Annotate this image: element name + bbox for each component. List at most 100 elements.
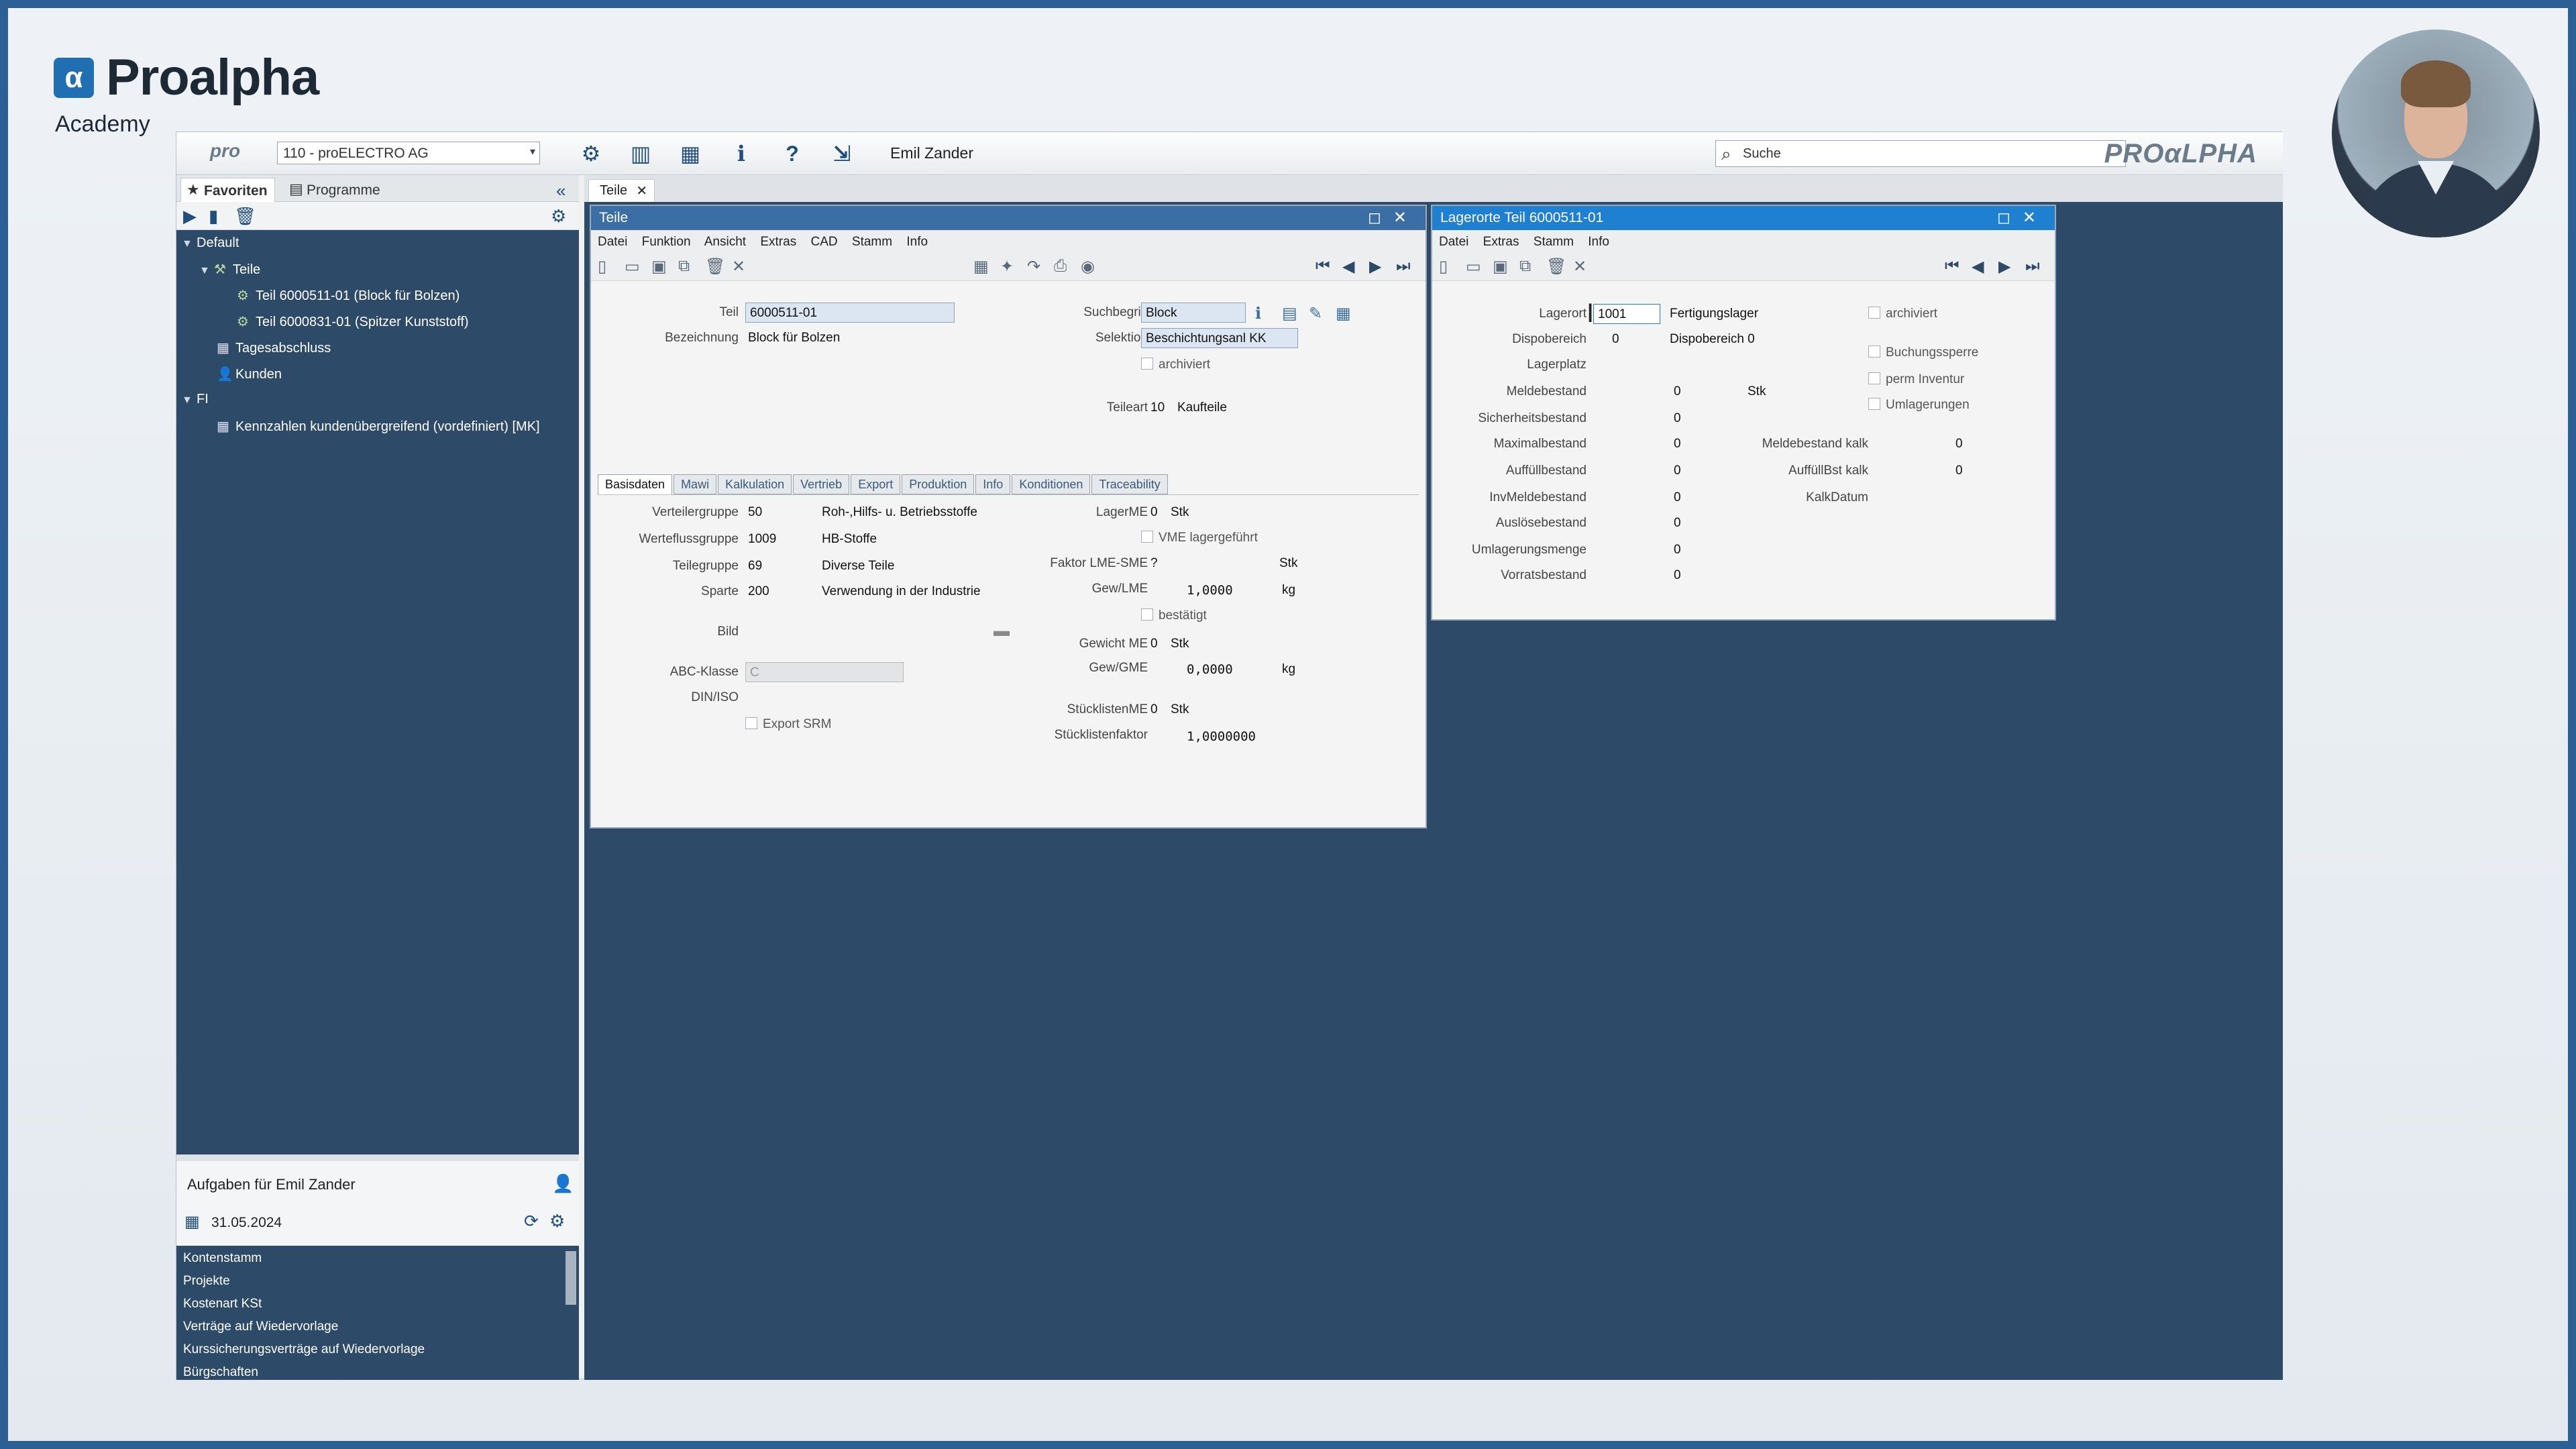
tab-traceability[interactable]: Traceability	[1091, 474, 1168, 494]
gewicht-me-code[interactable]: 0	[1150, 637, 1158, 651]
panel-icon[interactable]: ▥	[627, 140, 654, 167]
tree-item-kennzahlen[interactable]: ▦ Kennzahlen kundenübergreifend (vordefin…	[217, 418, 540, 441]
copy-icon[interactable]: ⧉	[678, 257, 690, 276]
umlagerungsmenge-value[interactable]: 0	[1674, 543, 1681, 557]
info-icon[interactable]: ℹ	[1255, 304, 1261, 323]
calendar-icon[interactable]: ▦	[184, 1212, 200, 1232]
tree-item-teile[interactable]: ▼ ⚒ Teile	[199, 261, 260, 284]
gear-icon[interactable]: ⚙	[578, 140, 604, 167]
refresh-icon[interactable]: ⟳	[524, 1211, 539, 1232]
tasks-scrollbar[interactable]	[566, 1251, 576, 1305]
save-icon[interactable]: ▣	[1493, 257, 1508, 276]
sidebar-gear-icon[interactable]: ⚙	[551, 206, 566, 227]
prev-record-icon[interactable]: ◀	[1972, 257, 1984, 276]
tasks-gear-icon[interactable]: ⚙	[549, 1211, 565, 1232]
teilegruppe-code[interactable]: 69	[748, 559, 762, 574]
action-icon[interactable]: ✦	[1000, 257, 1014, 276]
first-record-icon[interactable]: ⏮	[1945, 257, 1960, 276]
tab-info[interactable]: Info	[975, 474, 1011, 494]
archiviert-checkbox[interactable]: archiviert	[1868, 307, 1937, 321]
layout-icon[interactable]: ▦	[677, 140, 704, 167]
werteflussgruppe-code[interactable]: 1009	[748, 532, 776, 547]
tab-mawi[interactable]: Mawi	[674, 474, 717, 494]
menu-cad[interactable]: CAD	[810, 235, 837, 249]
new-icon[interactable]: ▯	[1439, 257, 1448, 276]
delete-icon[interactable]: 🗑	[1546, 257, 1566, 276]
menu-ansicht[interactable]: Ansicht	[704, 235, 746, 249]
tab-basisdaten[interactable]: Basisdaten	[598, 474, 673, 494]
redo-icon[interactable]: ↷	[1027, 257, 1040, 276]
info-icon[interactable]: ℹ	[728, 140, 755, 167]
cancel-icon[interactable]: ✕	[1573, 257, 1587, 276]
delete-icon[interactable]: 🗑	[705, 257, 725, 276]
dispobereich-code[interactable]: 0	[1612, 332, 1619, 347]
vme-checkbox[interactable]: VME lagergeführt	[1141, 531, 1258, 545]
lagerort-input[interactable]: 1001	[1593, 304, 1660, 324]
sidebar-splitter[interactable]	[176, 1155, 579, 1161]
export-srm-checkbox[interactable]: Export SRM	[745, 717, 831, 732]
faktor-value[interactable]: ?	[1150, 556, 1158, 571]
archiviert-checkbox[interactable]: archiviert	[1141, 358, 1210, 372]
user-icon[interactable]: 👤	[552, 1173, 574, 1194]
teileart-code[interactable]: 10	[1150, 400, 1165, 415]
bezeichnung-value[interactable]: Block für Bolzen	[748, 331, 840, 345]
tree-item-teil-6000511[interactable]: ⚙ Teil 6000511-01 (Block für Bolzen)	[237, 287, 460, 310]
tree-item-fi[interactable]: ▼ FI	[182, 392, 209, 415]
tab-favoriten[interactable]: ★ Favoriten	[180, 178, 275, 202]
teil-input[interactable]: 6000511-01	[745, 303, 955, 323]
maximalbestand-value[interactable]: 0	[1674, 437, 1681, 451]
window-buttons[interactable]: ◻✕	[1368, 208, 1419, 227]
list-item[interactable]: Projekte	[183, 1274, 230, 1289]
last-record-icon[interactable]: ⏭	[2025, 257, 2040, 276]
tab-export[interactable]: Export	[851, 474, 901, 494]
first-record-icon[interactable]: ⏮	[1316, 257, 1330, 276]
tab-konditionen[interactable]: Konditionen	[1012, 474, 1091, 494]
buchungssperre-checkbox[interactable]: Buchungssperre	[1868, 345, 1978, 360]
document-icon[interactable]: ▤	[1282, 304, 1297, 323]
auffuellbst-kalk-value[interactable]: 0	[1955, 464, 1963, 478]
abc-klasse-select[interactable]: C	[745, 662, 904, 682]
list-item[interactable]: Kostenart KSt	[183, 1297, 262, 1311]
menu-extras[interactable]: Extras	[1483, 235, 1519, 249]
tab-produktion[interactable]: Produktion	[902, 474, 975, 494]
window-buttons[interactable]: ◻✕	[1997, 208, 2048, 227]
camera-icon[interactable]: ◉	[1081, 257, 1095, 276]
sicherheitsbestand-value[interactable]: 0	[1674, 411, 1681, 426]
tab-teile[interactable]: Teile ✕	[588, 179, 655, 202]
tree-item-kunden[interactable]: 👤 Kunden	[217, 366, 282, 388]
stuecklistenfaktor-value[interactable]: 1,0000000	[1187, 729, 1256, 744]
cancel-icon[interactable]: ✕	[732, 257, 745, 276]
lagerme-code[interactable]: 0	[1150, 505, 1158, 520]
auffuellbestand-value[interactable]: 0	[1674, 464, 1681, 478]
tab-kalkulation[interactable]: Kalkulation	[718, 474, 792, 494]
gewlme-value[interactable]: 1,0000	[1187, 583, 1233, 598]
folder-icon[interactable]: ▬	[994, 622, 1010, 641]
next-record-icon[interactable]: ▶	[1998, 257, 2010, 276]
play-icon[interactable]: ▶	[183, 206, 197, 227]
list-item[interactable]: Verträge auf Wiedervorlage	[183, 1320, 338, 1334]
menu-extras[interactable]: Extras	[760, 235, 796, 249]
menu-stamm[interactable]: Stamm	[1534, 235, 1574, 249]
gewgme-value[interactable]: 0,0000	[1187, 662, 1233, 677]
tab-programme[interactable]: ▤ Programme	[284, 178, 387, 202]
list-item[interactable]: Bürgschaften	[183, 1365, 258, 1380]
search-input[interactable]: ⌕ Suche	[1715, 140, 2126, 167]
selektion-input[interactable]: Beschichtungsanl KK	[1141, 328, 1298, 348]
company-select[interactable]: 110 - proELECTRO AG ▾	[277, 142, 540, 164]
bestaetigt-checkbox[interactable]: bestätigt	[1141, 608, 1207, 623]
list-icon[interactable]: ▦	[1336, 304, 1351, 323]
list-item[interactable]: Kontenstamm	[183, 1251, 262, 1266]
ausloesebestand-value[interactable]: 0	[1674, 516, 1681, 531]
print-icon[interactable]: ⎙	[1054, 257, 1067, 276]
tree-item-teil-6000831[interactable]: ⚙ Teil 6000831-01 (Spitzer Kunststoff)	[237, 313, 469, 336]
copy-icon[interactable]: ⧉	[1519, 257, 1531, 276]
menu-stamm[interactable]: Stamm	[852, 235, 892, 249]
prev-record-icon[interactable]: ◀	[1342, 257, 1354, 276]
verteilergruppe-code[interactable]: 50	[748, 505, 762, 520]
menu-info[interactable]: Info	[1588, 235, 1609, 249]
next-record-icon[interactable]: ▶	[1369, 257, 1381, 276]
meldebestand-kalk-value[interactable]: 0	[1955, 437, 1963, 451]
close-icon[interactable]: ✕	[636, 182, 647, 199]
sparte-code[interactable]: 200	[748, 584, 769, 599]
new-icon[interactable]: ▯	[598, 257, 606, 276]
